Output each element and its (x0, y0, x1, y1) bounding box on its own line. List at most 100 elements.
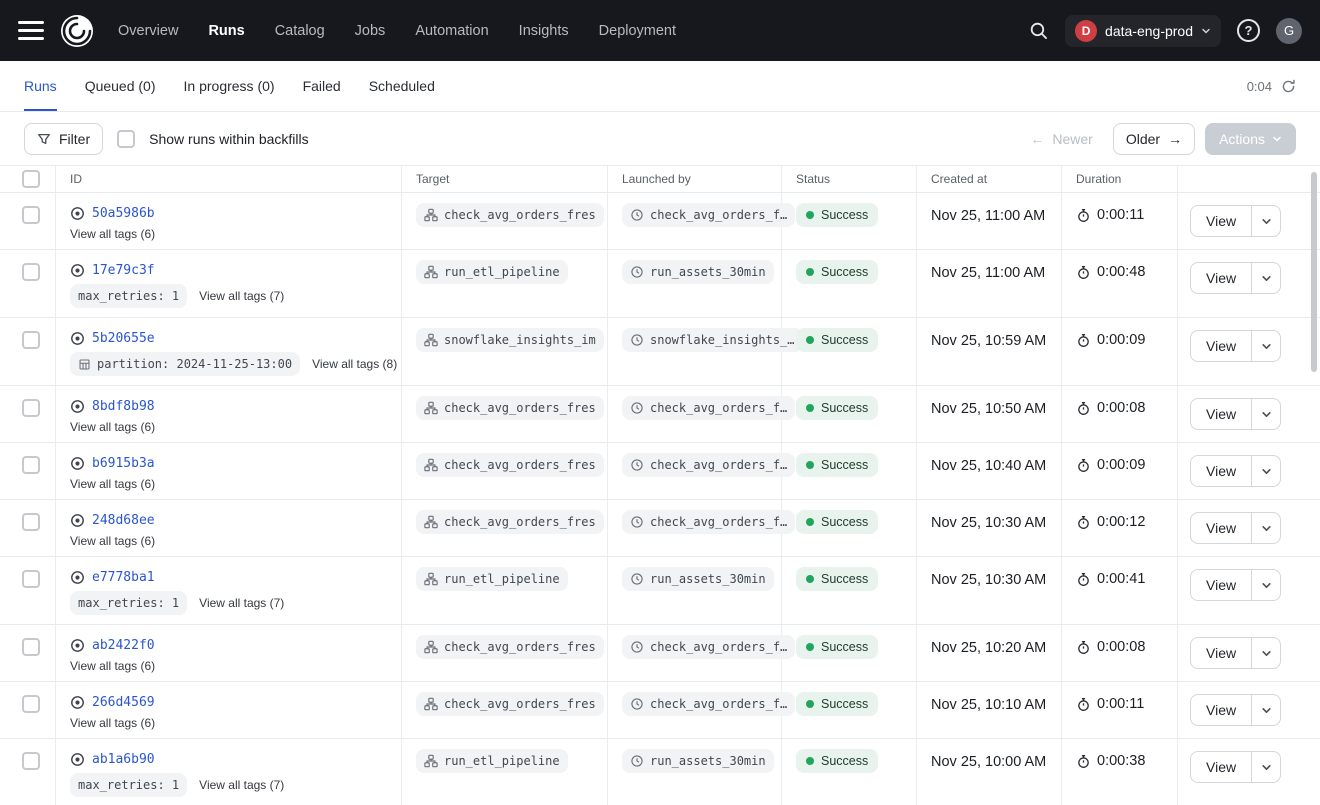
status-badge[interactable]: Success (796, 567, 878, 591)
row-checkbox[interactable] (22, 570, 40, 588)
run-actions-dropdown-button[interactable] (1251, 205, 1281, 237)
row-checkbox[interactable] (22, 752, 40, 770)
vertical-scrollbar[interactable] (1311, 172, 1317, 372)
launched-by-chip[interactable]: run_assets_30min (622, 260, 774, 284)
nav-item-overview[interactable]: Overview (118, 23, 178, 39)
nav-item-deployment[interactable]: Deployment (599, 23, 676, 39)
tab-queued-0[interactable]: Queued (0) (85, 61, 156, 111)
status-badge[interactable]: Success (796, 635, 878, 659)
tab-in-progress-0[interactable]: In progress (0) (184, 61, 275, 111)
run-actions-dropdown-button[interactable] (1251, 637, 1281, 669)
nav-item-catalog[interactable]: Catalog (275, 23, 325, 39)
status-badge[interactable]: Success (796, 749, 878, 773)
status-badge[interactable]: Success (796, 260, 878, 284)
view-all-tags-link[interactable]: View all tags (8) (312, 357, 397, 371)
run-id-link[interactable]: 5b20655e (92, 331, 155, 346)
row-checkbox[interactable] (22, 695, 40, 713)
view-all-tags-link[interactable]: View all tags (6) (70, 534, 155, 548)
view-run-button[interactable]: View (1190, 455, 1252, 487)
view-run-button[interactable]: View (1190, 330, 1252, 362)
status-badge[interactable]: Success (796, 328, 878, 352)
row-checkbox[interactable] (22, 399, 40, 417)
target-chip[interactable]: check_avg_orders_freshne (416, 203, 604, 227)
launched-by-chip[interactable]: check_avg_orders_f… (622, 203, 795, 227)
view-all-tags-link[interactable]: View all tags (6) (70, 420, 155, 434)
run-actions-dropdown-button[interactable] (1251, 262, 1281, 294)
run-id-link[interactable]: 8bdf8b98 (92, 399, 155, 414)
help-icon[interactable]: ? (1237, 19, 1260, 42)
nav-item-insights[interactable]: Insights (519, 23, 569, 39)
show-backfills-checkbox[interactable] (117, 130, 135, 148)
target-chip[interactable]: snowflake_insights_import (416, 328, 604, 352)
launched-by-chip[interactable]: run_assets_30min (622, 567, 774, 591)
target-chip[interactable]: check_avg_orders_freshne (416, 510, 604, 534)
row-checkbox[interactable] (22, 206, 40, 224)
run-actions-dropdown-button[interactable] (1251, 512, 1281, 544)
dagster-logo[interactable] (58, 12, 96, 50)
status-badge[interactable]: Success (796, 692, 878, 716)
view-all-tags-link[interactable]: View all tags (6) (70, 716, 155, 730)
view-run-button[interactable]: View (1190, 398, 1252, 430)
view-run-button[interactable]: View (1190, 694, 1252, 726)
row-checkbox[interactable] (22, 513, 40, 531)
run-tag-chip[interactable]: partition: 2024-11-25-13:00 (70, 352, 300, 376)
run-actions-dropdown-button[interactable] (1251, 694, 1281, 726)
run-id-link[interactable]: 17e79c3f (92, 263, 155, 278)
view-run-button[interactable]: View (1190, 205, 1252, 237)
run-id-link[interactable]: ab1a6b90 (92, 752, 155, 767)
filter-button[interactable]: Filter (24, 123, 103, 155)
user-avatar[interactable]: G (1276, 18, 1302, 44)
target-chip[interactable]: run_etl_pipeline (416, 260, 568, 284)
run-actions-dropdown-button[interactable] (1251, 751, 1281, 783)
run-tag-chip[interactable]: max_retries: 1 (70, 284, 187, 308)
run-actions-dropdown-button[interactable] (1251, 398, 1281, 430)
actions-button[interactable]: Actions (1205, 123, 1296, 155)
run-id-link[interactable]: 50a5986b (92, 206, 155, 221)
launched-by-chip[interactable]: check_avg_orders_f… (622, 510, 795, 534)
nav-item-jobs[interactable]: Jobs (355, 23, 386, 39)
run-tag-chip[interactable]: max_retries: 1 (70, 773, 187, 797)
view-all-tags-link[interactable]: View all tags (7) (199, 778, 284, 792)
run-id-link[interactable]: b6915b3a (92, 456, 155, 471)
run-actions-dropdown-button[interactable] (1251, 330, 1281, 362)
run-id-link[interactable]: ab2422f0 (92, 638, 155, 653)
status-badge[interactable]: Success (796, 453, 878, 477)
nav-item-automation[interactable]: Automation (415, 23, 488, 39)
view-run-button[interactable]: View (1190, 751, 1252, 783)
launched-by-chip[interactable]: check_avg_orders_f… (622, 692, 795, 716)
row-checkbox[interactable] (22, 638, 40, 656)
view-run-button[interactable]: View (1190, 569, 1252, 601)
target-chip[interactable]: run_etl_pipeline (416, 749, 568, 773)
launched-by-chip[interactable]: check_avg_orders_f… (622, 396, 795, 420)
view-all-tags-link[interactable]: View all tags (6) (70, 227, 155, 241)
tab-failed[interactable]: Failed (303, 61, 341, 111)
view-all-tags-link[interactable]: View all tags (7) (199, 596, 284, 610)
view-all-tags-link[interactable]: View all tags (7) (199, 289, 284, 303)
run-id-link[interactable]: 266d4569 (92, 695, 155, 710)
tab-scheduled[interactable]: Scheduled (369, 61, 435, 111)
row-checkbox[interactable] (22, 456, 40, 474)
target-chip[interactable]: check_avg_orders_freshne (416, 396, 604, 420)
target-chip[interactable]: check_avg_orders_freshne (416, 453, 604, 477)
row-checkbox[interactable] (22, 331, 40, 349)
launched-by-chip[interactable]: check_avg_orders_f… (622, 453, 795, 477)
newer-button[interactable]: ← Newer (1020, 123, 1102, 155)
launched-by-chip[interactable]: run_assets_30min (622, 749, 774, 773)
target-chip[interactable]: check_avg_orders_freshne (416, 692, 604, 716)
launched-by-chip[interactable]: check_avg_orders_f… (622, 635, 795, 659)
search-icon[interactable] (1028, 20, 1049, 41)
target-chip[interactable]: check_avg_orders_freshne (416, 635, 604, 659)
view-all-tags-link[interactable]: View all tags (6) (70, 477, 155, 491)
run-id-link[interactable]: e7778ba1 (92, 570, 155, 585)
status-badge[interactable]: Success (796, 396, 878, 420)
refresh-icon[interactable] (1281, 79, 1296, 94)
launched-by-chip[interactable]: snowflake_insights_… (622, 328, 803, 352)
run-tag-chip[interactable]: max_retries: 1 (70, 591, 187, 615)
view-run-button[interactable]: View (1190, 637, 1252, 669)
run-actions-dropdown-button[interactable] (1251, 455, 1281, 487)
select-all-checkbox[interactable] (22, 170, 40, 188)
view-run-button[interactable]: View (1190, 262, 1252, 294)
view-run-button[interactable]: View (1190, 512, 1252, 544)
hamburger-menu-icon[interactable] (18, 21, 44, 40)
older-button[interactable]: Older → (1113, 123, 1195, 155)
